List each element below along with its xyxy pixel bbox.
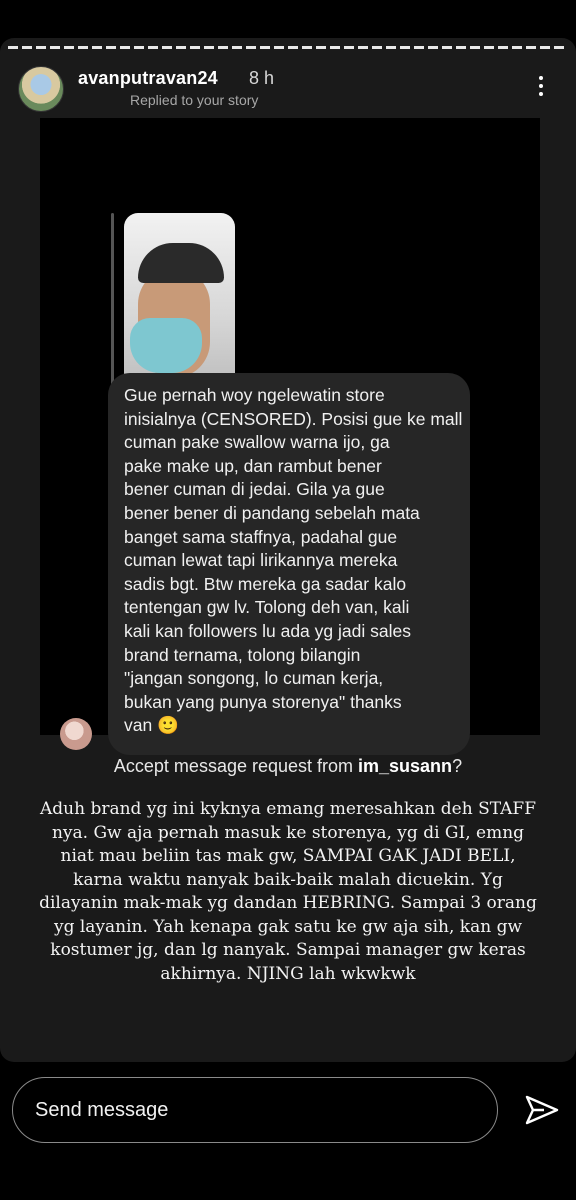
- message-bubble: Gue pernah woy ngelewatin store inisialn…: [108, 373, 470, 755]
- send-message-input[interactable]: Send message: [12, 1077, 498, 1143]
- story-header: avanputravan24 8 h Replied to your story: [18, 66, 562, 112]
- story-progress-bar: [8, 46, 568, 49]
- send-message-placeholder: Send message: [35, 1099, 169, 1121]
- reply-indicator-line: [111, 213, 114, 393]
- accept-request-text: Accept message request from im_susann?: [0, 756, 576, 777]
- accept-username: im_susann: [358, 756, 453, 776]
- story-caption: Aduh brand yg ini kyknya emang meresahka…: [39, 799, 537, 984]
- story-thumbnail: [124, 213, 235, 400]
- dm-screenshot: Gue pernah woy ngelewatin store inisialn…: [40, 118, 540, 755]
- sender-avatar: [60, 718, 92, 750]
- more-options-icon[interactable]: [538, 76, 544, 100]
- accept-suffix: ?: [452, 756, 463, 776]
- post-time: 8 h: [249, 68, 275, 88]
- thumbnail-cap: [138, 243, 224, 283]
- story-view[interactable]: avanputravan24 8 h Replied to your story…: [0, 38, 576, 1062]
- username[interactable]: avanputravan24: [78, 68, 218, 89]
- message-text: Gue pernah woy ngelewatin store inisialn…: [124, 385, 463, 736]
- user-avatar[interactable]: [18, 66, 64, 112]
- accept-prefix: Accept message request from: [113, 756, 359, 776]
- thumbnail-mask: [130, 318, 202, 373]
- replied-label: Replied to your story: [130, 92, 259, 108]
- send-icon[interactable]: [524, 1094, 560, 1126]
